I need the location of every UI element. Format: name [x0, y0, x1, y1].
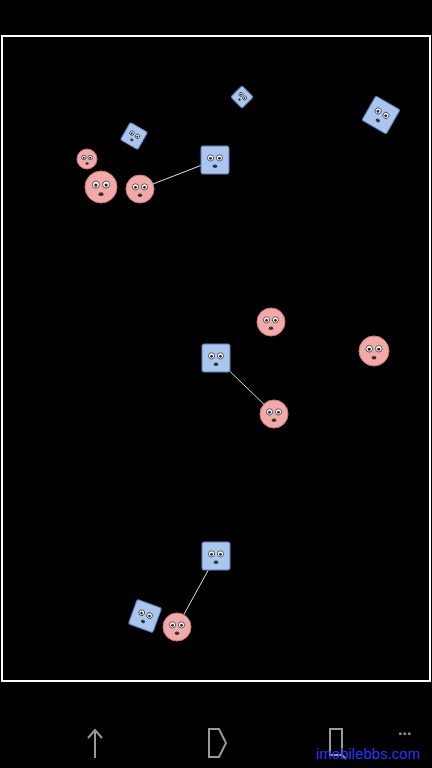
bodies-layer — [0, 0, 432, 768]
ball-body[interactable] — [77, 149, 97, 169]
ball-body[interactable] — [126, 175, 154, 203]
ball-body[interactable] — [85, 171, 117, 203]
status-strip — [0, 0, 432, 35]
joint-line — [216, 358, 274, 414]
ball-body[interactable] — [257, 308, 285, 336]
ball-body[interactable] — [163, 613, 191, 641]
box-body[interactable] — [128, 599, 161, 632]
screen: ... imobilebbs.com — [0, 0, 432, 768]
home-icon[interactable] — [204, 726, 230, 760]
ball-body[interactable] — [260, 400, 288, 428]
physics-world[interactable] — [1, 35, 431, 682]
joint-line — [177, 556, 216, 627]
joint-line — [140, 160, 215, 189]
box-body[interactable] — [202, 542, 230, 570]
back-icon[interactable] — [82, 726, 108, 760]
watermark: imobilebbs.com — [316, 744, 420, 764]
ball-body[interactable] — [359, 336, 389, 366]
menu-button[interactable]: ... — [398, 722, 411, 738]
box-body[interactable] — [362, 96, 400, 134]
box-body[interactable] — [231, 86, 254, 109]
box-body[interactable] — [120, 122, 147, 149]
box-body[interactable] — [201, 146, 229, 174]
navigation-bar: ... imobilebbs.com — [0, 682, 432, 768]
box-body[interactable] — [202, 344, 230, 372]
